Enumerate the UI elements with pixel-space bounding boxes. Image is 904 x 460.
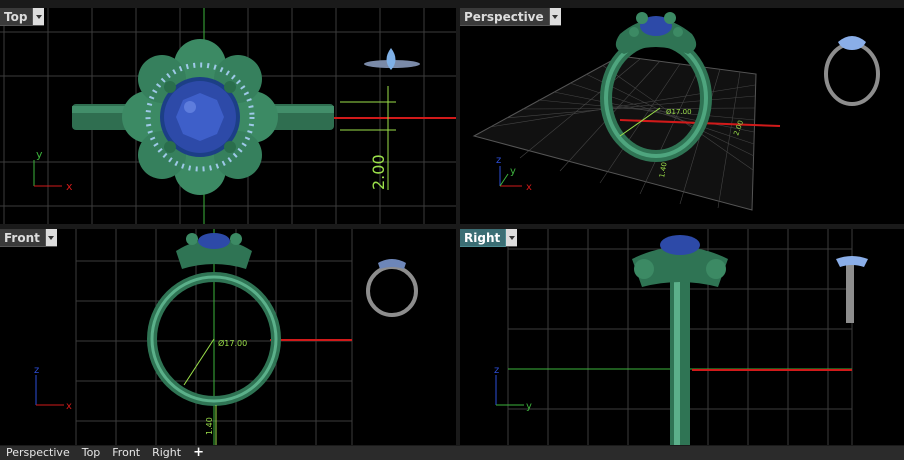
svg-text:1.40: 1.40 [205, 417, 214, 435]
chevron-down-icon[interactable] [45, 229, 57, 247]
viewport-label-right[interactable]: Right [460, 229, 518, 247]
tab-front[interactable]: Front [106, 446, 146, 460]
right-view-canvas: z y [494, 229, 868, 445]
svg-text:y: y [510, 166, 516, 177]
perspective-view-canvas: Ø17.00 1.40 2.00 z y x [472, 12, 880, 211]
viewport-label-front[interactable]: Front [0, 229, 57, 247]
add-viewport-tab-button[interactable]: + [187, 446, 210, 460]
chevron-down-icon[interactable] [33, 8, 45, 26]
viewport-top[interactable]: Top 2.00 y x [0, 8, 456, 224]
viewport-right[interactable]: Right z y [460, 229, 904, 445]
svg-text:z: z [496, 155, 501, 166]
viewport-title-front: Front [0, 229, 46, 247]
chevron-down-icon[interactable] [506, 229, 518, 247]
chevron-down-icon[interactable] [549, 8, 561, 26]
viewport-label-perspective[interactable]: Perspective [460, 8, 561, 26]
svg-text:y: y [36, 148, 43, 161]
svg-text:y: y [526, 401, 532, 412]
svg-text:x: x [66, 180, 73, 193]
front-view-canvas: Ø17.00 1.40 z x [34, 229, 418, 445]
viewport-label-top[interactable]: Top [0, 8, 45, 26]
svg-text:Ø17.00: Ø17.00 [218, 338, 247, 348]
viewport-title-top: Top [0, 8, 34, 26]
viewport-title-right: Right [460, 229, 507, 247]
top-view-canvas: 2.00 y x [0, 8, 456, 224]
svg-text:z: z [494, 365, 499, 376]
svg-text:x: x [66, 401, 72, 412]
tab-perspective[interactable]: Perspective [0, 446, 76, 460]
viewport-title-perspective: Perspective [460, 8, 550, 26]
svg-text:Ø17.00: Ø17.00 [666, 108, 692, 116]
viewport-front[interactable]: Front Ø17.00 1.40 z x [0, 229, 456, 445]
viewport-perspective[interactable]: Perspective Ø17.00 1.40 2.00 z y x [460, 8, 904, 224]
svg-text:x: x [526, 182, 532, 193]
axis-indicator-top: y x [33, 148, 73, 193]
dimension-label-top: 2.00 [369, 154, 388, 190]
viewport-tabs: Perspective Top Front Right + [0, 446, 904, 460]
tab-top[interactable]: Top [76, 446, 107, 460]
svg-text:z: z [34, 365, 39, 376]
tab-right[interactable]: Right [146, 446, 187, 460]
